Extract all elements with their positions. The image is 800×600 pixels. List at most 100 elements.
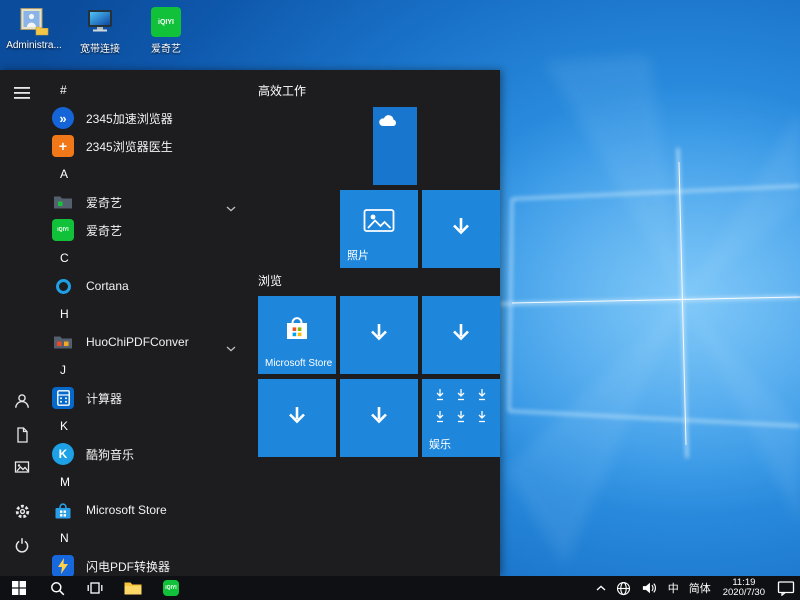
ime-language-indicator[interactable]: 简体	[684, 576, 716, 600]
photos-icon	[363, 208, 395, 239]
folder-icon	[52, 331, 74, 353]
desktop-icon-broadband[interactable]: 宽带连接	[72, 6, 128, 55]
tile-download-5[interactable]	[340, 379, 418, 457]
app-item-2345-browser-doctor[interactable]: + 2345浏览器医生	[44, 132, 250, 160]
clock-date: 2020/7/30	[722, 587, 765, 598]
tile-download-3[interactable]	[422, 296, 500, 374]
tile-entertainment-folder[interactable]: 娱乐	[422, 379, 500, 457]
download-arrow-icon	[283, 402, 311, 435]
section-header-hash[interactable]: #	[44, 76, 250, 104]
globe-network-icon	[616, 581, 630, 595]
volume-button[interactable]	[636, 576, 663, 600]
action-center-button[interactable]	[772, 576, 800, 600]
tile-label: 娱乐	[429, 439, 451, 451]
section-header-c[interactable]: C	[44, 244, 250, 272]
tile-label: 照片	[347, 250, 369, 262]
lightning-pdf-icon	[52, 555, 74, 576]
desktop-icon-administrator[interactable]: Administra...	[6, 6, 62, 55]
account-button[interactable]	[11, 390, 33, 412]
tray-expand-button[interactable]	[591, 576, 611, 600]
iqiyi-icon: iQIYI	[163, 580, 179, 596]
tile-download-2[interactable]	[340, 296, 418, 374]
speaker-icon	[642, 582, 656, 594]
desktop-icon-label: 爱奇艺	[151, 44, 181, 55]
document-icon	[17, 427, 28, 443]
search-button[interactable]	[38, 576, 76, 600]
folder-icon	[52, 191, 74, 213]
app-item-2345-speed-browser[interactable]: » 2345加速浏览器	[44, 104, 250, 132]
download-arrow-icon	[447, 213, 475, 246]
microsoft-store-icon	[52, 499, 74, 521]
start-button[interactable]	[0, 576, 38, 600]
ime-mode-indicator[interactable]: 中	[663, 576, 684, 600]
start-menu: # » 2345加速浏览器 + 2345浏览器医生 A 爱奇艺 iQIYI 爱奇…	[0, 70, 500, 576]
pictures-button[interactable]	[11, 456, 33, 478]
tile-onedrive[interactable]	[373, 107, 417, 185]
iqiyi-icon: iQIYI	[52, 219, 74, 241]
app-group-iqiyi[interactable]: 爱奇艺	[44, 188, 250, 216]
file-explorer-button[interactable]	[114, 576, 152, 600]
user-icon	[15, 394, 29, 408]
mini-download-icons	[430, 388, 492, 423]
settings-button[interactable]	[11, 500, 33, 522]
iqiyi-icon: iQIYI	[149, 6, 183, 38]
kugou-music-icon: K	[52, 443, 74, 465]
download-arrow-icon	[447, 319, 475, 352]
documents-button[interactable]	[11, 424, 33, 446]
power-button[interactable]	[11, 534, 33, 556]
tile-group-title[interactable]: 浏览	[258, 272, 282, 289]
download-arrow-icon	[365, 319, 393, 352]
task-view-button[interactable]	[76, 576, 114, 600]
section-header-k[interactable]: K	[44, 412, 250, 440]
start-menu-rail	[0, 70, 44, 576]
tile-photos[interactable]: 照片	[340, 190, 418, 268]
section-header-a[interactable]: A	[44, 160, 250, 188]
tile-download-4[interactable]	[258, 379, 336, 457]
2345-speed-browser-icon: »	[52, 107, 74, 129]
gear-icon	[15, 504, 29, 518]
app-item-iqiyi[interactable]: iQIYI 爱奇艺	[44, 216, 250, 244]
user-files-icon	[17, 6, 51, 38]
windows-logo-icon	[12, 581, 26, 595]
tile-group-title[interactable]: 高效工作	[258, 82, 306, 99]
store-bag-icon	[282, 313, 312, 348]
chevron-up-icon	[596, 585, 606, 591]
action-center-icon	[777, 581, 795, 596]
network-button[interactable]	[611, 576, 636, 600]
folder-icon	[124, 582, 142, 595]
pictures-icon	[14, 461, 30, 473]
chevron-down-icon	[226, 339, 236, 357]
start-menu-app-list: # » 2345加速浏览器 + 2345浏览器医生 A 爱奇艺 iQIYI 爱奇…	[44, 70, 250, 576]
app-item-cortana[interactable]: Cortana	[44, 272, 250, 300]
section-header-n[interactable]: N	[44, 524, 250, 552]
calculator-icon	[52, 387, 74, 409]
desktop: Administra... 宽带连接 iQIYI 爱奇艺 # » 2345加速浏…	[0, 0, 800, 600]
taskbar-clock[interactable]: 11:19 2020/7/30	[716, 576, 772, 600]
desktop-icon-label: 宽带连接	[80, 44, 120, 55]
hamburger-icon	[14, 87, 30, 99]
app-item-microsoft-store[interactable]: Microsoft Store	[44, 496, 250, 524]
download-arrow-icon	[365, 402, 393, 435]
iqiyi-taskbar-button[interactable]: iQIYI	[152, 576, 190, 600]
tile-microsoft-store[interactable]: Microsoft Store	[258, 296, 336, 374]
cloud-icon	[378, 114, 398, 132]
app-group-huochipdfconver[interactable]: HuoChiPDFConver	[44, 328, 250, 356]
tile-label: Microsoft Store	[265, 358, 333, 369]
chevron-down-icon	[226, 199, 236, 217]
expand-menu-button[interactable]	[11, 82, 33, 104]
desktop-icon-iqiyi[interactable]: iQIYI 爱奇艺	[138, 6, 194, 55]
section-header-h[interactable]: H	[44, 300, 250, 328]
section-header-m[interactable]: M	[44, 468, 250, 496]
power-icon	[15, 538, 29, 553]
search-icon	[50, 581, 64, 595]
app-item-kugou-music[interactable]: K 酷狗音乐	[44, 440, 250, 468]
start-menu-tiles: 高效工作 照片 浏览 Microsoft Store 娱乐	[258, 70, 500, 576]
desktop-icon-label: Administra...	[6, 40, 62, 51]
2345-browser-doctor-icon: +	[52, 135, 74, 157]
system-tray: 中 简体 11:19 2020/7/30	[591, 576, 800, 600]
section-header-j[interactable]: J	[44, 356, 250, 384]
app-item-lightning-pdf[interactable]: 闪电PDF转换器	[44, 552, 250, 576]
app-item-calculator[interactable]: 计算器	[44, 384, 250, 412]
desktop-icons: Administra... 宽带连接 iQIYI 爱奇艺	[6, 6, 194, 55]
tile-download-1[interactable]	[422, 190, 500, 268]
